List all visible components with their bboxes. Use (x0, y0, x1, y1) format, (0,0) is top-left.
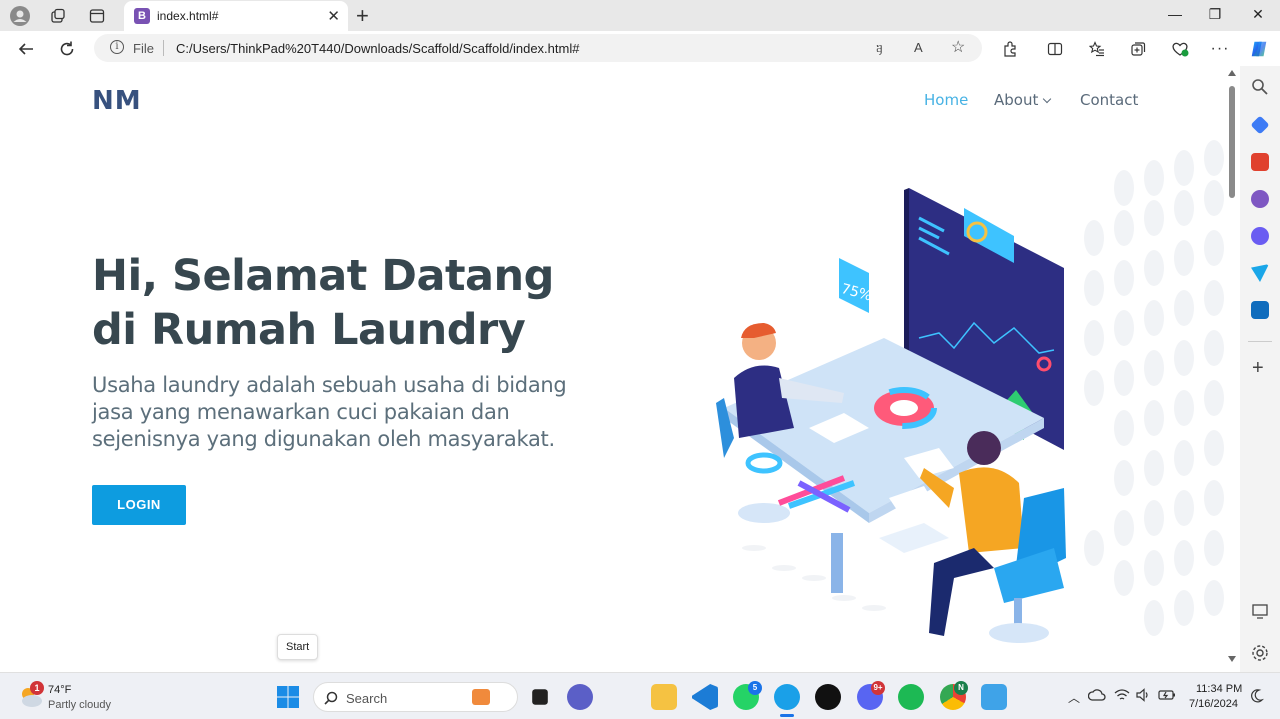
active-app-indicator (780, 714, 794, 717)
chrome-profile-badge: N (954, 681, 968, 695)
restore-icon[interactable]: ❐ (1205, 6, 1225, 23)
weather-temp[interactable]: 74°F (48, 684, 71, 696)
taskbar-search[interactable]: Search (313, 682, 518, 712)
new-tab-icon[interactable]: + (356, 3, 369, 29)
extensions-icon[interactable] (1000, 39, 1020, 59)
windows-taskbar: 1 74°F Partly cloudy Search 5 9+ N ︿ 11:… (0, 672, 1280, 719)
scroll-up-icon[interactable] (1228, 70, 1236, 76)
page-scrollbar[interactable] (1226, 66, 1238, 670)
profile-icon[interactable] (9, 5, 31, 27)
back-icon[interactable] (15, 38, 37, 60)
chevron-up-icon[interactable]: ︿ (1068, 689, 1080, 706)
address-url[interactable]: C:/Users/ThinkPad%20T440/Downloads/Scaff… (176, 41, 579, 56)
favorites-icon[interactable] (1087, 39, 1107, 59)
chat-app-icon[interactable] (567, 684, 593, 710)
search-placeholder: Search (346, 691, 388, 706)
photos-icon[interactable] (981, 684, 1007, 710)
close-window-icon[interactable]: ✕ (1248, 6, 1268, 23)
clock-time[interactable]: 11:34 PM (1196, 683, 1242, 695)
tab-actions-icon[interactable] (86, 5, 108, 27)
tools-icon[interactable] (1251, 153, 1269, 171)
translate-icon[interactable]: ᥠ (876, 40, 883, 56)
chevron-down-icon (1043, 94, 1052, 104)
close-tab-icon[interactable]: ✕ (327, 7, 340, 25)
clock-date[interactable]: 7/16/2024 (1189, 698, 1238, 710)
microsoft-365-icon[interactable] (1251, 227, 1269, 245)
shopping-tag-icon[interactable] (1250, 115, 1270, 135)
start-tooltip: Start (277, 634, 319, 660)
hero-title: Hi, Selamat Datang di Rumah Laundry (92, 251, 554, 355)
do-not-disturb-icon[interactable] (1250, 688, 1264, 704)
weather-badge: 1 (30, 681, 44, 695)
windows-start-icon[interactable] (276, 685, 300, 709)
page-viewport: NM Home About Contact Hi, Selamat Datang… (4, 66, 1226, 670)
split-screen-icon[interactable] (1045, 39, 1065, 59)
file-explorer-icon[interactable] (651, 684, 677, 710)
spotify-icon[interactable] (898, 684, 924, 710)
more-options-icon[interactable]: ··· (1210, 39, 1230, 59)
x-twitter-icon[interactable] (815, 684, 841, 710)
nav-about-label: About (994, 91, 1039, 109)
favorite-star-icon[interactable]: ☆ (951, 37, 965, 57)
browser-tabbar: B index.html# ✕ + — ❐ ✕ (0, 0, 1280, 31)
screenshot-icon[interactable] (1251, 602, 1269, 620)
scroll-down-icon[interactable] (1228, 656, 1236, 662)
copilot-icon[interactable] (1249, 39, 1269, 59)
refresh-icon[interactable] (56, 38, 78, 60)
discord-badge: 9+ (871, 681, 885, 695)
add-icon[interactable]: + (1252, 357, 1264, 380)
read-aloud-icon[interactable]: A (914, 40, 923, 55)
battery-charging-icon[interactable] (1158, 688, 1176, 702)
volume-icon[interactable] (1136, 688, 1150, 702)
whatsapp-badge: 5 (748, 681, 762, 695)
onedrive-cloud-icon[interactable] (1088, 689, 1106, 701)
bootstrap-favicon-icon: B (134, 8, 150, 24)
workspaces-icon[interactable] (47, 5, 69, 27)
vscode-icon[interactable] (692, 684, 718, 710)
weather-desc[interactable]: Partly cloudy (48, 699, 111, 711)
nav-contact[interactable]: Contact (1080, 91, 1138, 109)
hero-illustration: 75% (716, 140, 1224, 643)
wifi-icon[interactable] (1114, 688, 1130, 702)
login-button[interactable]: LOGIN (92, 485, 186, 525)
outlook-icon[interactable] (1251, 301, 1269, 319)
site-logo[interactable]: NM (92, 86, 142, 116)
address-separator (163, 40, 164, 56)
sidebar-divider (1248, 341, 1272, 342)
browser-toolbar: i File C:/Users/ThinkPad%20T440/Download… (0, 31, 1280, 66)
drop-icon[interactable] (1251, 264, 1269, 282)
address-bar[interactable]: i File C:/Users/ThinkPad%20T440/Download… (94, 34, 982, 62)
edge-icon[interactable] (774, 684, 800, 710)
tab-title: index.html# (157, 9, 219, 23)
games-icon[interactable] (1251, 190, 1269, 208)
nav-about[interactable]: About (994, 91, 1052, 109)
search-icon (324, 691, 338, 705)
minimize-icon[interactable]: — (1165, 6, 1185, 22)
collections-icon[interactable] (1128, 39, 1148, 59)
tab-active[interactable]: B index.html# ✕ (124, 1, 348, 31)
percentage-card: 75% (839, 258, 874, 313)
scrollbar-thumb[interactable] (1229, 86, 1235, 198)
settings-gear-icon[interactable] (1251, 644, 1269, 662)
search-icon[interactable] (1251, 78, 1269, 96)
address-scheme-label: File (133, 41, 154, 56)
hero-subtitle: Usaha laundry adalah sebuah usaha di bid… (92, 373, 567, 451)
nav-home[interactable]: Home (924, 91, 968, 109)
search-highlight-icon (472, 689, 490, 705)
browser-essentials-icon[interactable] (1170, 39, 1190, 59)
info-icon[interactable]: i (110, 40, 124, 54)
app-icon-dark[interactable] (532, 689, 548, 705)
edge-sidebar: + (1240, 66, 1280, 672)
